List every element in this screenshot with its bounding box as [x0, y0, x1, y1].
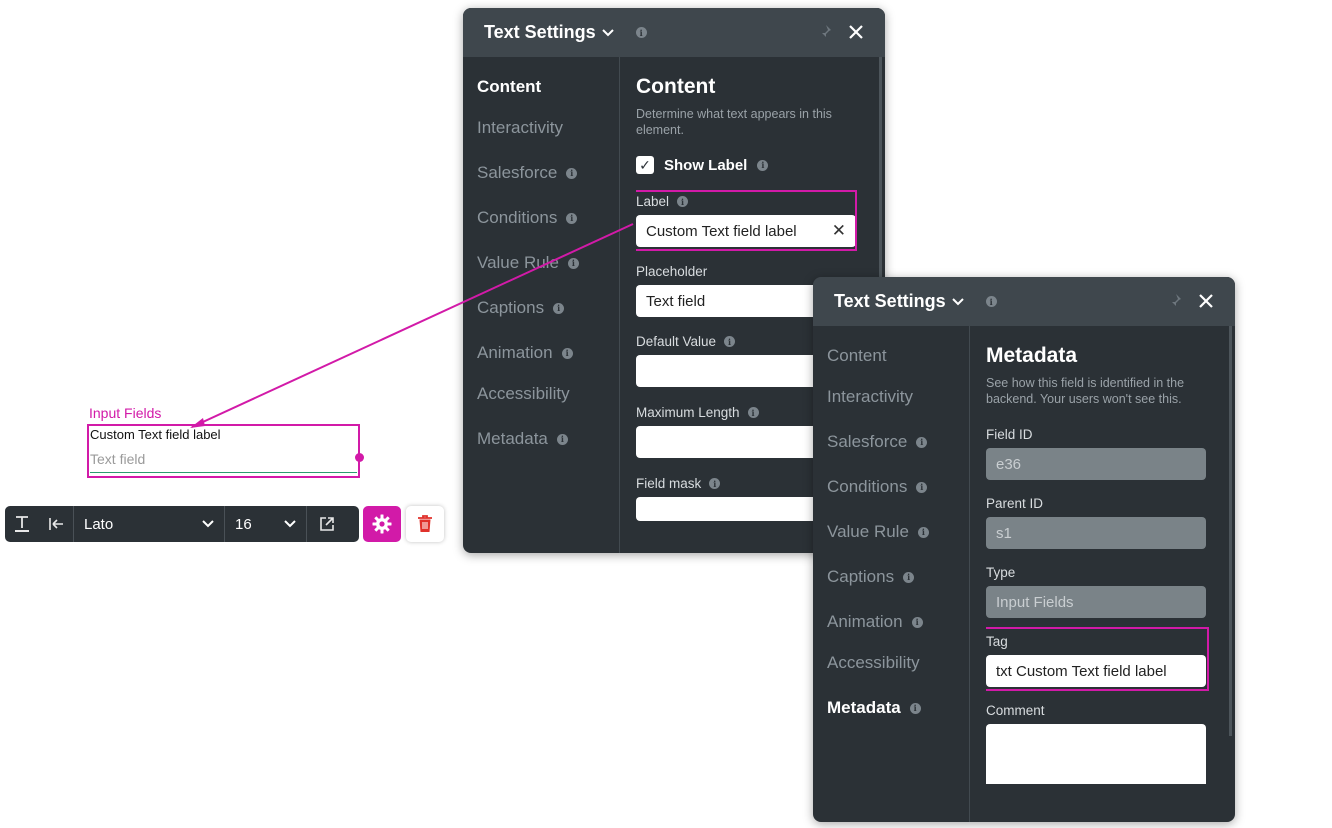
panel-header: Text Settings i [463, 8, 885, 57]
field-underline [90, 472, 357, 473]
info-icon: i [709, 478, 721, 489]
settings-button[interactable] [363, 506, 401, 542]
font-select[interactable]: Lato [73, 506, 225, 542]
info-icon: i [566, 167, 578, 179]
info-icon: i [909, 702, 921, 714]
chevron-down-icon [202, 520, 214, 528]
info-icon: i [567, 257, 579, 269]
info-icon: i [903, 571, 915, 583]
nav-item-accessibility[interactable]: Accessibility [827, 653, 920, 673]
section-title: Content [636, 75, 716, 98]
gear-icon [372, 514, 392, 534]
scrollbar[interactable] [1229, 326, 1232, 736]
comment-label: Comment [986, 703, 1045, 718]
field-mask-label: Field mask i [636, 476, 721, 491]
info-icon: i [566, 212, 578, 224]
type-label: Type [986, 565, 1016, 580]
section-label: Input Fields [89, 405, 162, 421]
external-link-icon[interactable] [307, 506, 347, 542]
field-placeholder: Text field [90, 451, 146, 467]
info-icon[interactable]: i [635, 27, 647, 38]
nav-item-content[interactable]: Content [477, 77, 541, 97]
field-label: Custom Text field label [90, 427, 221, 442]
parent-id-label: Parent ID [986, 496, 1044, 511]
label-highlight [636, 190, 857, 251]
nav-item-interactivity[interactable]: Interactivity [477, 118, 563, 138]
text-field-element[interactable]: Custom Text field label Text field [87, 424, 364, 478]
nav-item-animation[interactable]: Animation i [477, 343, 573, 363]
nav-item-value-rule[interactable]: Value Rule i [827, 522, 929, 542]
nav-item-accessibility[interactable]: Accessibility [477, 384, 570, 404]
info-icon: i [724, 336, 736, 347]
parent-id-input: s1 [986, 517, 1206, 549]
nav-item-value-rule[interactable]: Value Rule i [477, 253, 579, 273]
type-value: Input Fields [996, 593, 1074, 611]
font-value: Lato [84, 515, 114, 533]
info-icon: i [747, 407, 759, 418]
nav-item-content[interactable]: Content [827, 346, 887, 366]
section-title: Metadata [986, 344, 1078, 367]
nav-item-conditions[interactable]: Conditions i [827, 477, 928, 497]
nav-item-captions[interactable]: Captions i [827, 567, 915, 587]
parent-id-value: s1 [996, 524, 1012, 542]
comment-textarea[interactable] [986, 724, 1206, 784]
info-icon: i [561, 347, 573, 359]
trash-icon [418, 515, 432, 532]
max-length-label: Maximum Length i [636, 405, 759, 420]
checkmark-icon: ✓ [636, 156, 654, 174]
chevron-down-icon [284, 520, 296, 528]
info-icon: i [553, 302, 565, 314]
delete-button[interactable] [406, 506, 444, 542]
nav-item-salesforce[interactable]: Salesforce i [477, 163, 578, 183]
info-icon: i [917, 526, 929, 538]
pin-icon[interactable] [1168, 293, 1182, 311]
nav-item-interactivity[interactable]: Interactivity [827, 387, 913, 407]
text-settings-panel-metadata: Text Settings i Content Interactivity Sa… [813, 277, 1235, 822]
section-description: See how this field is identified in the … [986, 376, 1185, 406]
nav-item-salesforce[interactable]: Salesforce i [827, 432, 928, 452]
align-left-icon[interactable] [39, 506, 73, 542]
show-label-checkbox[interactable]: ✓ Show Label i [636, 156, 769, 174]
tag-highlight [986, 627, 1209, 691]
panel-header: Text Settings i [813, 277, 1235, 326]
info-icon: i [556, 433, 568, 445]
info-icon: i [916, 436, 928, 448]
metadata-section: Metadata See how this field is identifie… [986, 326, 1221, 822]
close-icon[interactable] [1198, 291, 1214, 313]
chevron-down-icon [601, 28, 614, 36]
type-input: Input Fields [986, 586, 1206, 618]
nav-item-metadata[interactable]: Metadata i [827, 698, 921, 718]
nav-item-metadata[interactable]: Metadata i [477, 429, 568, 449]
info-icon: i [757, 159, 769, 171]
resize-handle[interactable] [355, 453, 364, 462]
section-description: Determine what text appears in this elem… [636, 107, 832, 137]
text-style-icon[interactable] [5, 506, 39, 542]
panel-title-text: Text Settings [484, 22, 596, 42]
nav-item-conditions[interactable]: Conditions i [477, 208, 578, 228]
font-size-value: 16 [235, 515, 252, 533]
nav-item-captions[interactable]: Captions i [477, 298, 565, 318]
pin-icon[interactable] [818, 24, 832, 42]
default-value-label: Default Value i [636, 334, 736, 349]
font-size-select[interactable]: 16 [225, 506, 307, 542]
panel-title[interactable]: Text Settings [484, 22, 614, 43]
field-id-label: Field ID [986, 427, 1033, 442]
chevron-down-icon [951, 297, 964, 305]
settings-nav: Content Interactivity Salesforce i Condit… [813, 326, 970, 822]
info-icon: i [916, 481, 928, 493]
field-id-input: e36 [986, 448, 1206, 480]
panel-title-text: Text Settings [834, 291, 946, 311]
info-icon: i [911, 616, 923, 628]
info-icon[interactable]: i [985, 296, 997, 307]
settings-nav: Content Interactivity Salesforce i Condit… [463, 57, 620, 553]
element-toolbar: Lato 16 [5, 506, 359, 542]
nav-item-animation[interactable]: Animation i [827, 612, 923, 632]
panel-title[interactable]: Text Settings [834, 291, 964, 312]
close-icon[interactable] [848, 22, 864, 44]
field-id-value: e36 [996, 455, 1022, 473]
show-label-text: Show Label [664, 156, 748, 174]
placeholder-input-value: Text field [646, 292, 706, 310]
placeholder-field-label: Placeholder [636, 264, 708, 279]
